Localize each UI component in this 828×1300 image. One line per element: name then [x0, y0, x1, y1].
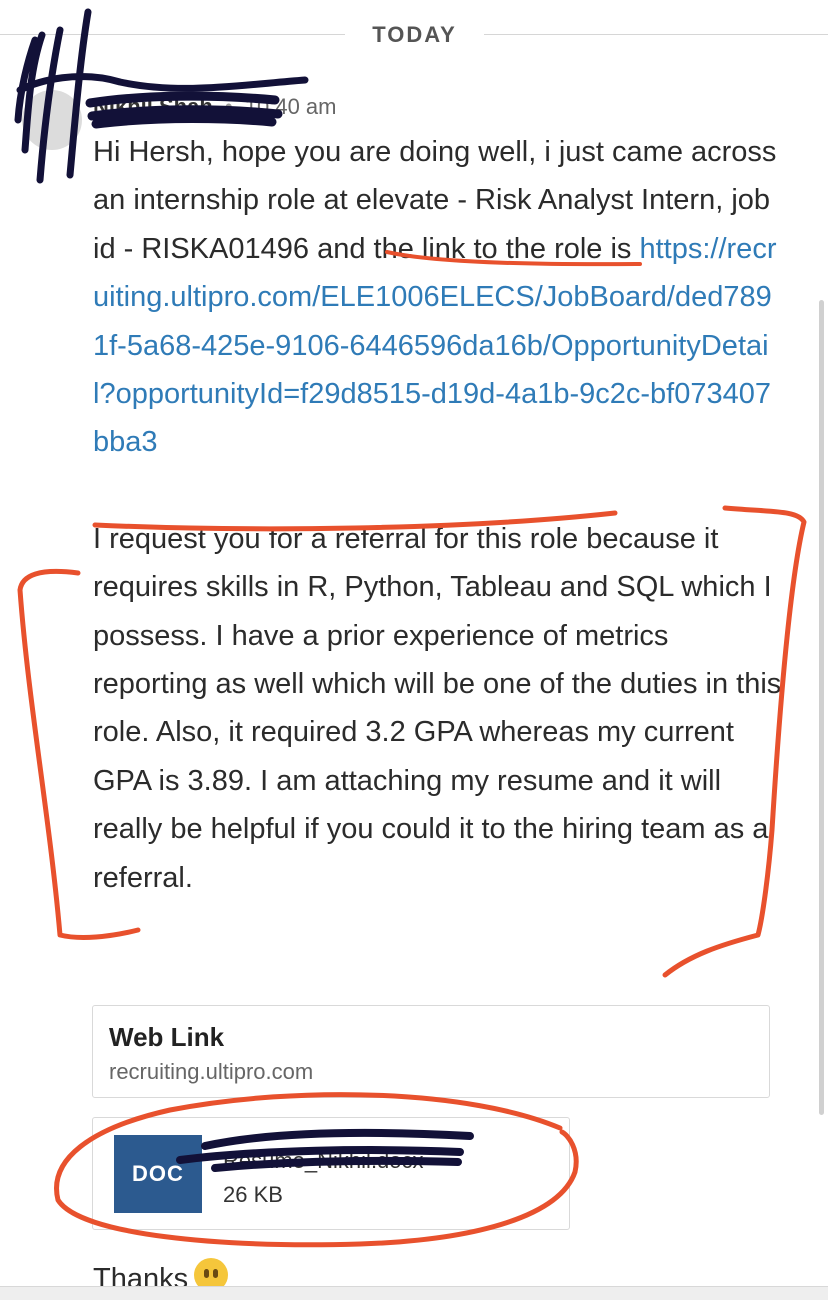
- message-body: Hi Hersh, hope you are doing well, i jus…: [93, 128, 783, 902]
- web-link-title: Web Link: [109, 1022, 225, 1052]
- job-link[interactable]: https://recruiting.ultipro.com/ELE1006EL…: [93, 233, 776, 459]
- message-paragraph-2: I request you for a referral for this ro…: [93, 522, 782, 894]
- sender-avatar[interactable]: [22, 90, 82, 150]
- doc-file-icon: DOC: [114, 1135, 202, 1213]
- web-link-card[interactable]: Web Link recruiting.ultipro.com: [92, 1005, 770, 1098]
- attachment-file-size: 26 KB: [223, 1182, 283, 1207]
- day-separator-label: TODAY: [372, 22, 457, 47]
- bottom-toolbar-edge: [0, 1286, 828, 1300]
- web-link-host: recruiting.ultipro.com: [109, 1059, 314, 1084]
- sender-name[interactable]: Nikhil Shah: [93, 94, 213, 119]
- attachment-card[interactable]: DOC Resume_Nikhil.docx 26 KB: [92, 1117, 570, 1230]
- message-header: Nikhil Shah • 10:40 am: [93, 94, 336, 124]
- message-paragraph-1: Hi Hersh, hope you are doing well, i jus…: [93, 128, 783, 467]
- scrollbar[interactable]: [819, 300, 824, 1115]
- attachment-file-name: Resume_Nikhil.docx: [223, 1148, 424, 1173]
- message-time: 10:40 am: [244, 94, 337, 119]
- day-divider-left: [0, 34, 345, 35]
- header-dot-separator: •: [224, 94, 233, 119]
- day-divider-right: [484, 34, 828, 35]
